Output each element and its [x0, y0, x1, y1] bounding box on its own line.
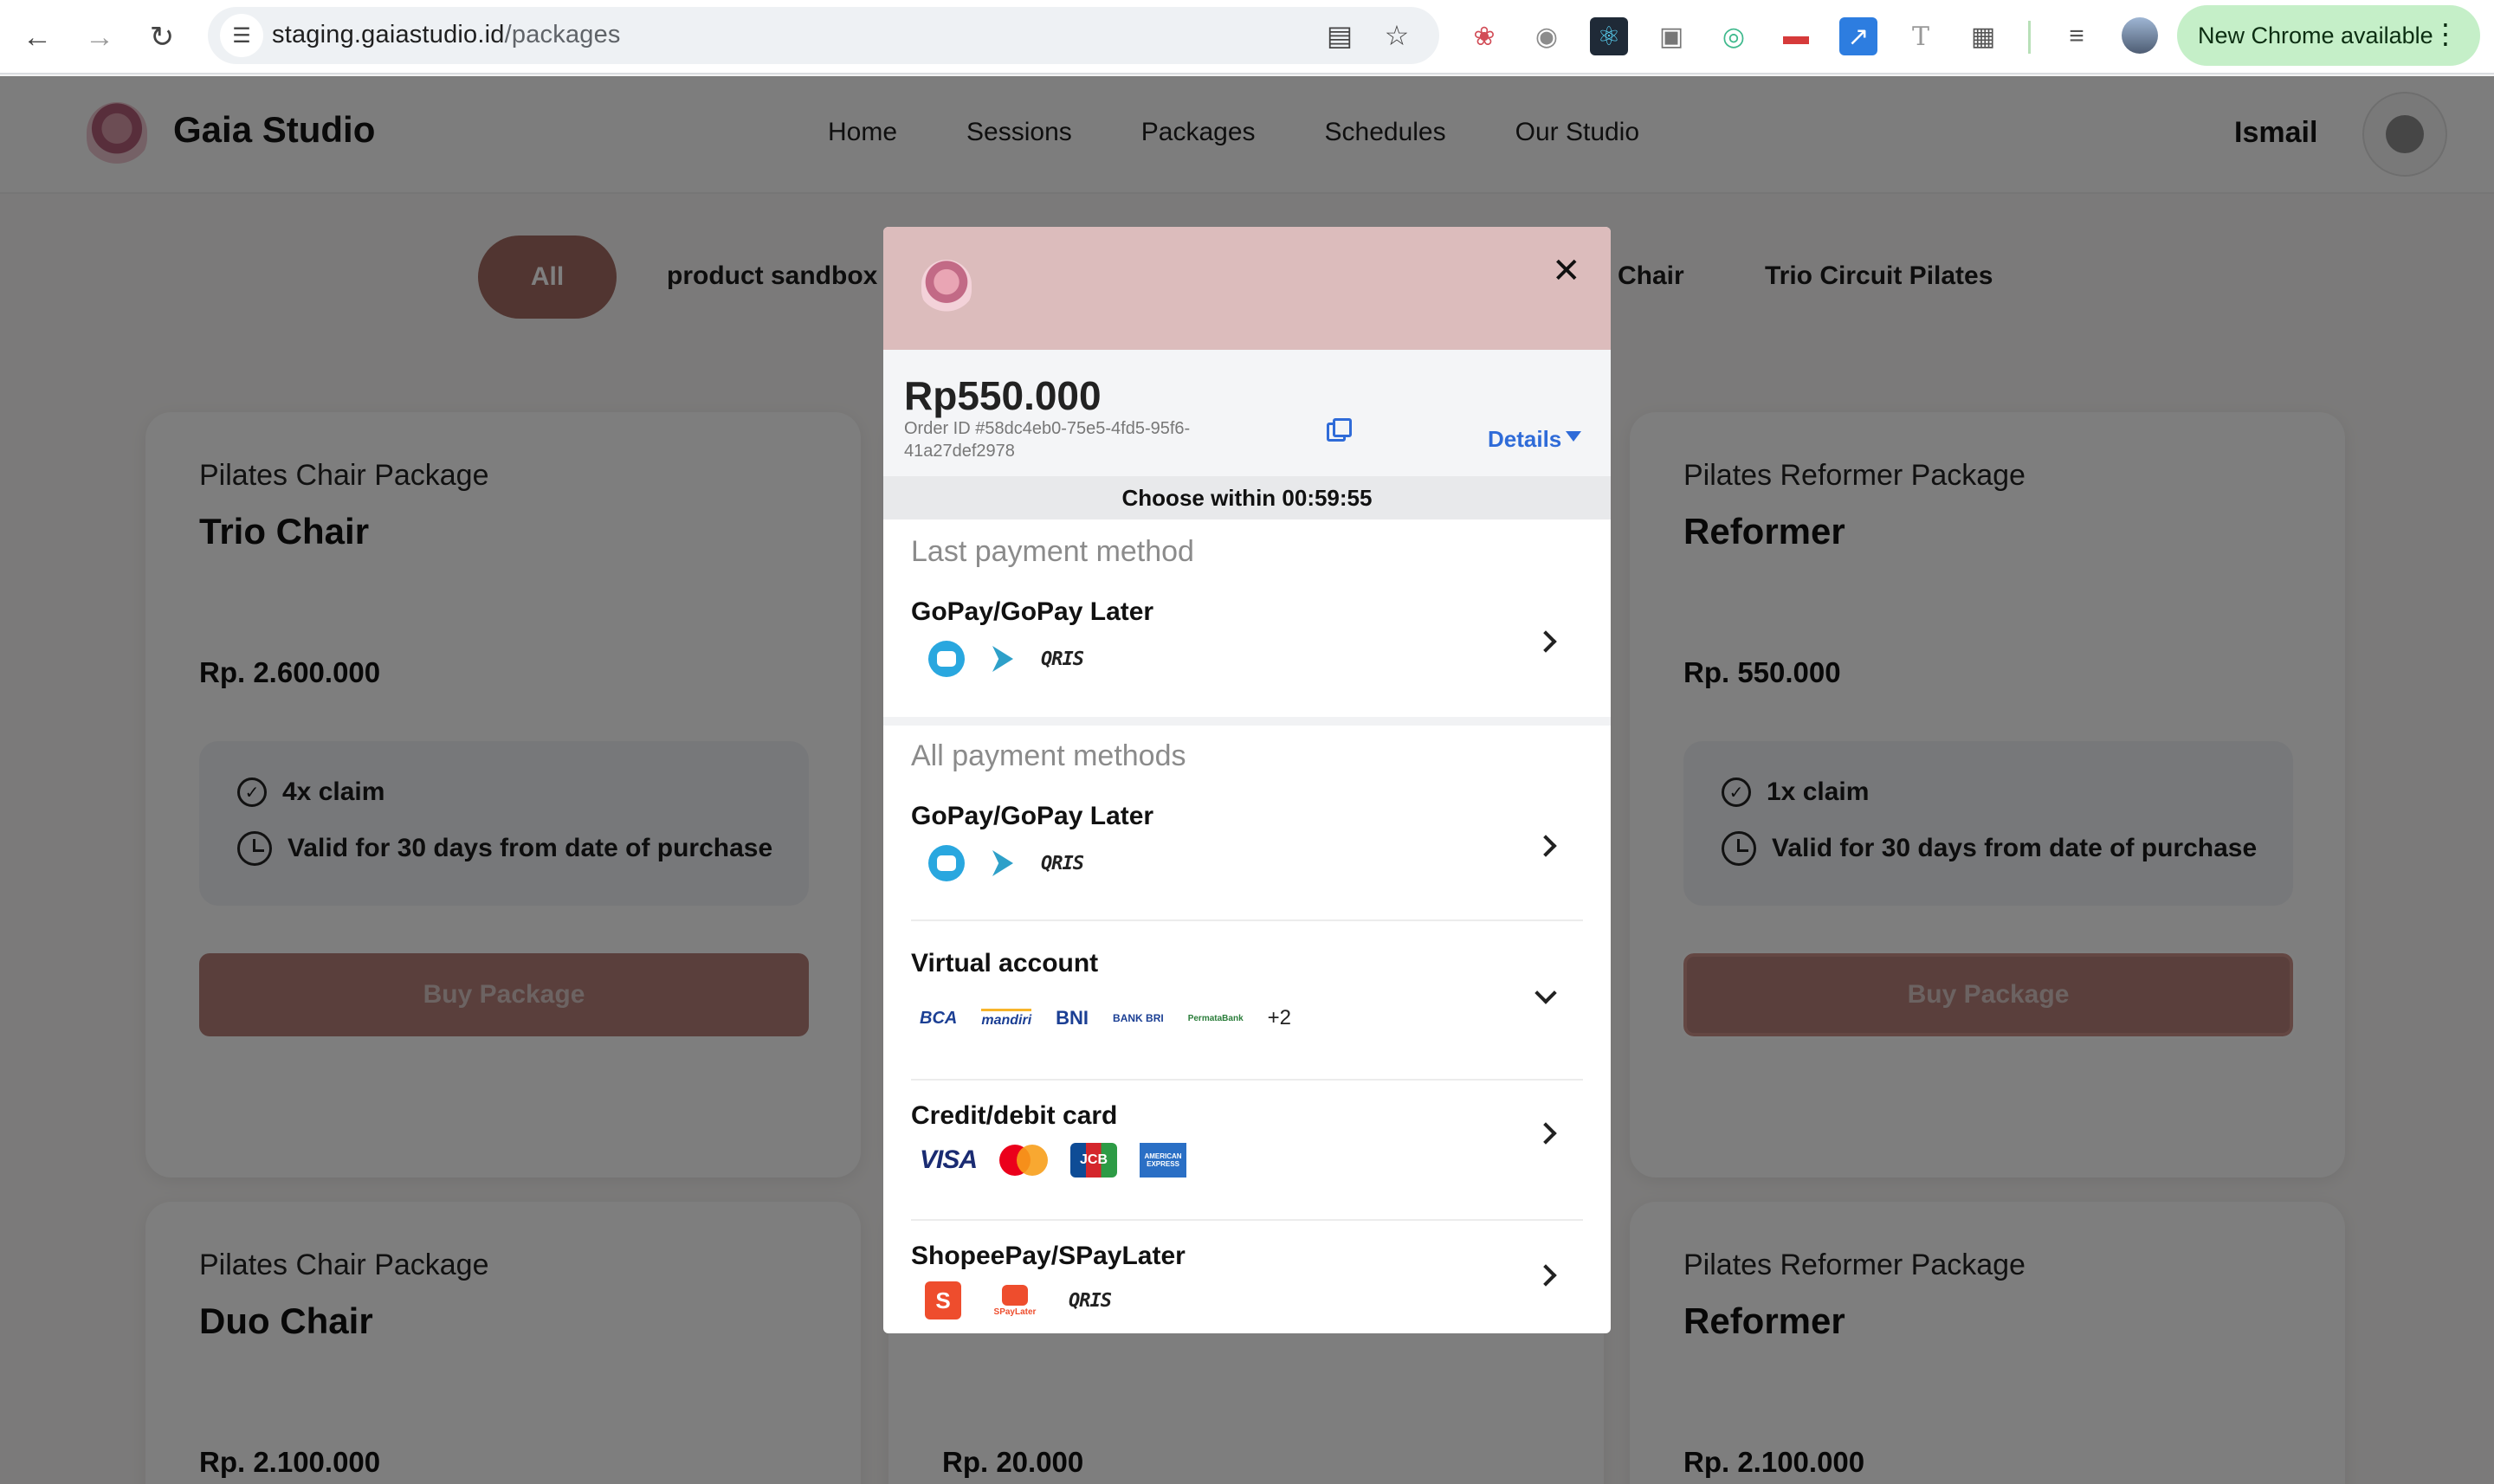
capture-extension-icon[interactable]: ◉ [1528, 17, 1566, 55]
payment-method-last-gopay[interactable]: GoPay/GoPay Later QRIS [911, 597, 1583, 693]
mastercard-logo [999, 1145, 1049, 1176]
method-divider [911, 1079, 1583, 1081]
more-banks-count: +2 [1267, 1006, 1291, 1029]
bni-logo: BNI [1056, 1007, 1089, 1029]
circle-extension-icon[interactable]: ◎ [1715, 17, 1753, 55]
method-name: Credit/debit card [911, 1101, 1118, 1130]
method-logos: QRIS [928, 845, 1084, 881]
bca-logo: BCA [920, 1008, 958, 1028]
gopaylater-icon [992, 850, 1013, 876]
chevron-right-icon [1535, 835, 1557, 857]
payment-modal: ✕ Rp550.000 Order ID #58dc4eb0-75e5-4fd5… [883, 227, 1611, 1333]
permata-logo: PermataBank [1187, 1013, 1244, 1023]
method-name: Virtual account [911, 949, 1099, 978]
method-logos: S SPayLater QRIS [925, 1281, 1112, 1319]
chevron-right-icon [1535, 1122, 1557, 1145]
qris-icon: QRIS [1041, 648, 1084, 670]
method-divider [911, 919, 1583, 921]
method-name: GoPay/GoPay Later [911, 597, 1154, 626]
method-name: GoPay/GoPay Later [911, 802, 1154, 830]
order-summary: Rp550.000 Order ID #58dc4eb0-75e5-4fd5-9… [883, 350, 1611, 476]
site-info-icon[interactable]: ☰ [220, 14, 263, 57]
visa-logo: VISA [920, 1145, 978, 1174]
new-chrome-available-button[interactable]: New Chrome available ⋮ [2177, 5, 2480, 66]
qris-icon: QRIS [1069, 1289, 1112, 1312]
method-logos: BCA mandiri BNI BANK BRI PermataBank +2 [920, 1006, 1291, 1030]
chevron-right-icon [1535, 630, 1557, 653]
react-devtools-icon[interactable]: ⚛ [1590, 17, 1628, 55]
chevron-down-icon [1535, 982, 1557, 1004]
browser-toolbar: ← → ↻ ☰ staging.gaiastudio.id/packages ▤… [0, 0, 2494, 74]
method-logos: QRIS [928, 641, 1084, 677]
order-id: Order ID #58dc4eb0-75e5-4fd5-95f6-41a27d… [904, 419, 1191, 461]
method-name: ShopeePay/SPayLater [911, 1242, 1186, 1270]
modal-header: ✕ [883, 227, 1611, 350]
close-icon[interactable]: ✕ [1552, 251, 1581, 291]
camera-extension-icon[interactable]: ▣ [1652, 17, 1690, 55]
mandiri-logo: mandiri [981, 1008, 1032, 1029]
all-payment-title: All payment methods [911, 739, 1186, 772]
url-text: staging.gaiastudio.id/packages [272, 21, 621, 48]
method-logos: VISA JCB AMERICAN EXPRESS [920, 1143, 1187, 1178]
payment-method-shopeepay[interactable]: ShopeePay/SPayLater S SPayLater QRIS [911, 1242, 1583, 1333]
redbar-extension-icon[interactable]: ▬ [1777, 17, 1815, 55]
bri-logo: BANK BRI [1113, 1012, 1164, 1024]
last-payment-title: Last payment method [911, 535, 1194, 568]
address-bar[interactable]: ☰ staging.gaiastudio.id/packages ▤ ☆ [208, 7, 1439, 64]
gopay-icon [928, 641, 965, 677]
qris-icon: QRIS [1041, 852, 1084, 874]
install-app-icon[interactable]: ▤ [1321, 17, 1358, 54]
payment-timer: Choose within 00:59:55 [883, 476, 1611, 519]
font-extension-icon[interactable]: T [1902, 17, 1940, 55]
details-toggle[interactable]: Details [1488, 426, 1561, 453]
order-amount: Rp550.000 [904, 373, 1102, 418]
new-chrome-label: New Chrome available [2198, 22, 2433, 48]
bookmark-star-icon[interactable]: ☆ [1379, 17, 1415, 54]
payment-method-card[interactable]: Credit/debit card VISA JCB AMERICAN EXPR… [911, 1101, 1583, 1214]
more-vert-icon[interactable]: ⋮ [2432, 17, 2459, 50]
shopeepay-logo: S [925, 1281, 961, 1319]
payment-method-virtual-account[interactable]: Virtual account BCA mandiri BNI BANK BRI… [911, 949, 1583, 1061]
extensions-puzzle-icon[interactable]: ▦ [1964, 17, 2002, 55]
merchant-logo [921, 260, 972, 315]
arrow-extension-icon[interactable]: ↗ [1839, 17, 1877, 55]
copy-icon[interactable] [1327, 418, 1352, 442]
section-separator [883, 717, 1611, 726]
forward-icon[interactable]: → [78, 16, 121, 59]
color-extension-icon[interactable]: ❀ [1465, 17, 1503, 55]
reload-icon[interactable]: ↻ [140, 16, 184, 59]
toolbar-divider [2028, 21, 2031, 54]
gopay-icon [928, 845, 965, 881]
spaylater-logo: SPayLater [991, 1281, 1039, 1319]
chevron-right-icon [1535, 1264, 1557, 1287]
amex-logo: AMERICAN EXPRESS [1140, 1143, 1187, 1178]
profile-avatar-icon[interactable] [2122, 17, 2158, 54]
payment-method-gopay[interactable]: GoPay/GoPay Later QRIS [911, 802, 1583, 897]
jcb-logo: JCB [1070, 1143, 1118, 1178]
back-icon[interactable]: ← [16, 16, 59, 59]
caret-down-icon[interactable] [1566, 431, 1581, 442]
reading-list-icon[interactable]: ≡ [2058, 17, 2096, 55]
method-divider [911, 1219, 1583, 1221]
gopaylater-icon [992, 646, 1013, 672]
